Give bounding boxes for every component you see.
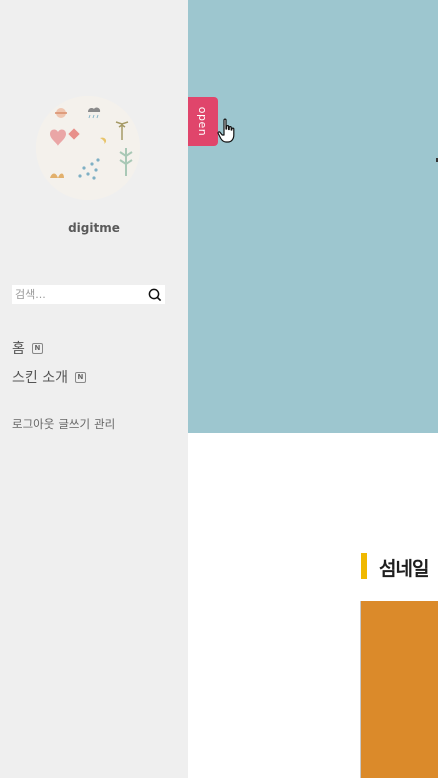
write-link[interactable]: 글쓰기 — [58, 416, 90, 432]
sidebar: digitme 홈 N 스킨 소개 N 로그아웃 글쓰기 관리 — [0, 0, 188, 778]
section-accent-bar — [361, 553, 367, 579]
manage-link[interactable]: 관리 — [94, 416, 115, 432]
logout-link[interactable]: 로그아웃 — [12, 416, 54, 432]
hero-banner — [188, 0, 438, 433]
search-button[interactable] — [145, 285, 165, 304]
nav-item-skin-intro[interactable]: 스킨 소개 N — [12, 367, 86, 387]
blog-name[interactable]: digitme — [0, 221, 188, 235]
open-sidebar-tab[interactable]: open — [188, 97, 218, 146]
section-title: 섬네일 — [379, 558, 429, 580]
avatar[interactable] — [36, 96, 140, 200]
search-box — [12, 285, 165, 304]
hand-cursor-icon — [217, 118, 235, 143]
nav-item-label: 스킨 소개 — [12, 370, 68, 386]
search-icon — [148, 288, 162, 301]
nav-item-label: 홈 — [12, 341, 25, 357]
open-tab-label: open — [196, 106, 210, 137]
search-input[interactable] — [12, 285, 145, 304]
nav-item-home[interactable]: 홈 N — [12, 338, 43, 358]
new-badge: N — [31, 342, 43, 354]
footer-links: 로그아웃 글쓰기 관리 — [12, 416, 115, 432]
new-badge: N — [74, 371, 86, 383]
thumbnail-card[interactable] — [360, 601, 438, 778]
avatar-illustration — [36, 96, 140, 200]
